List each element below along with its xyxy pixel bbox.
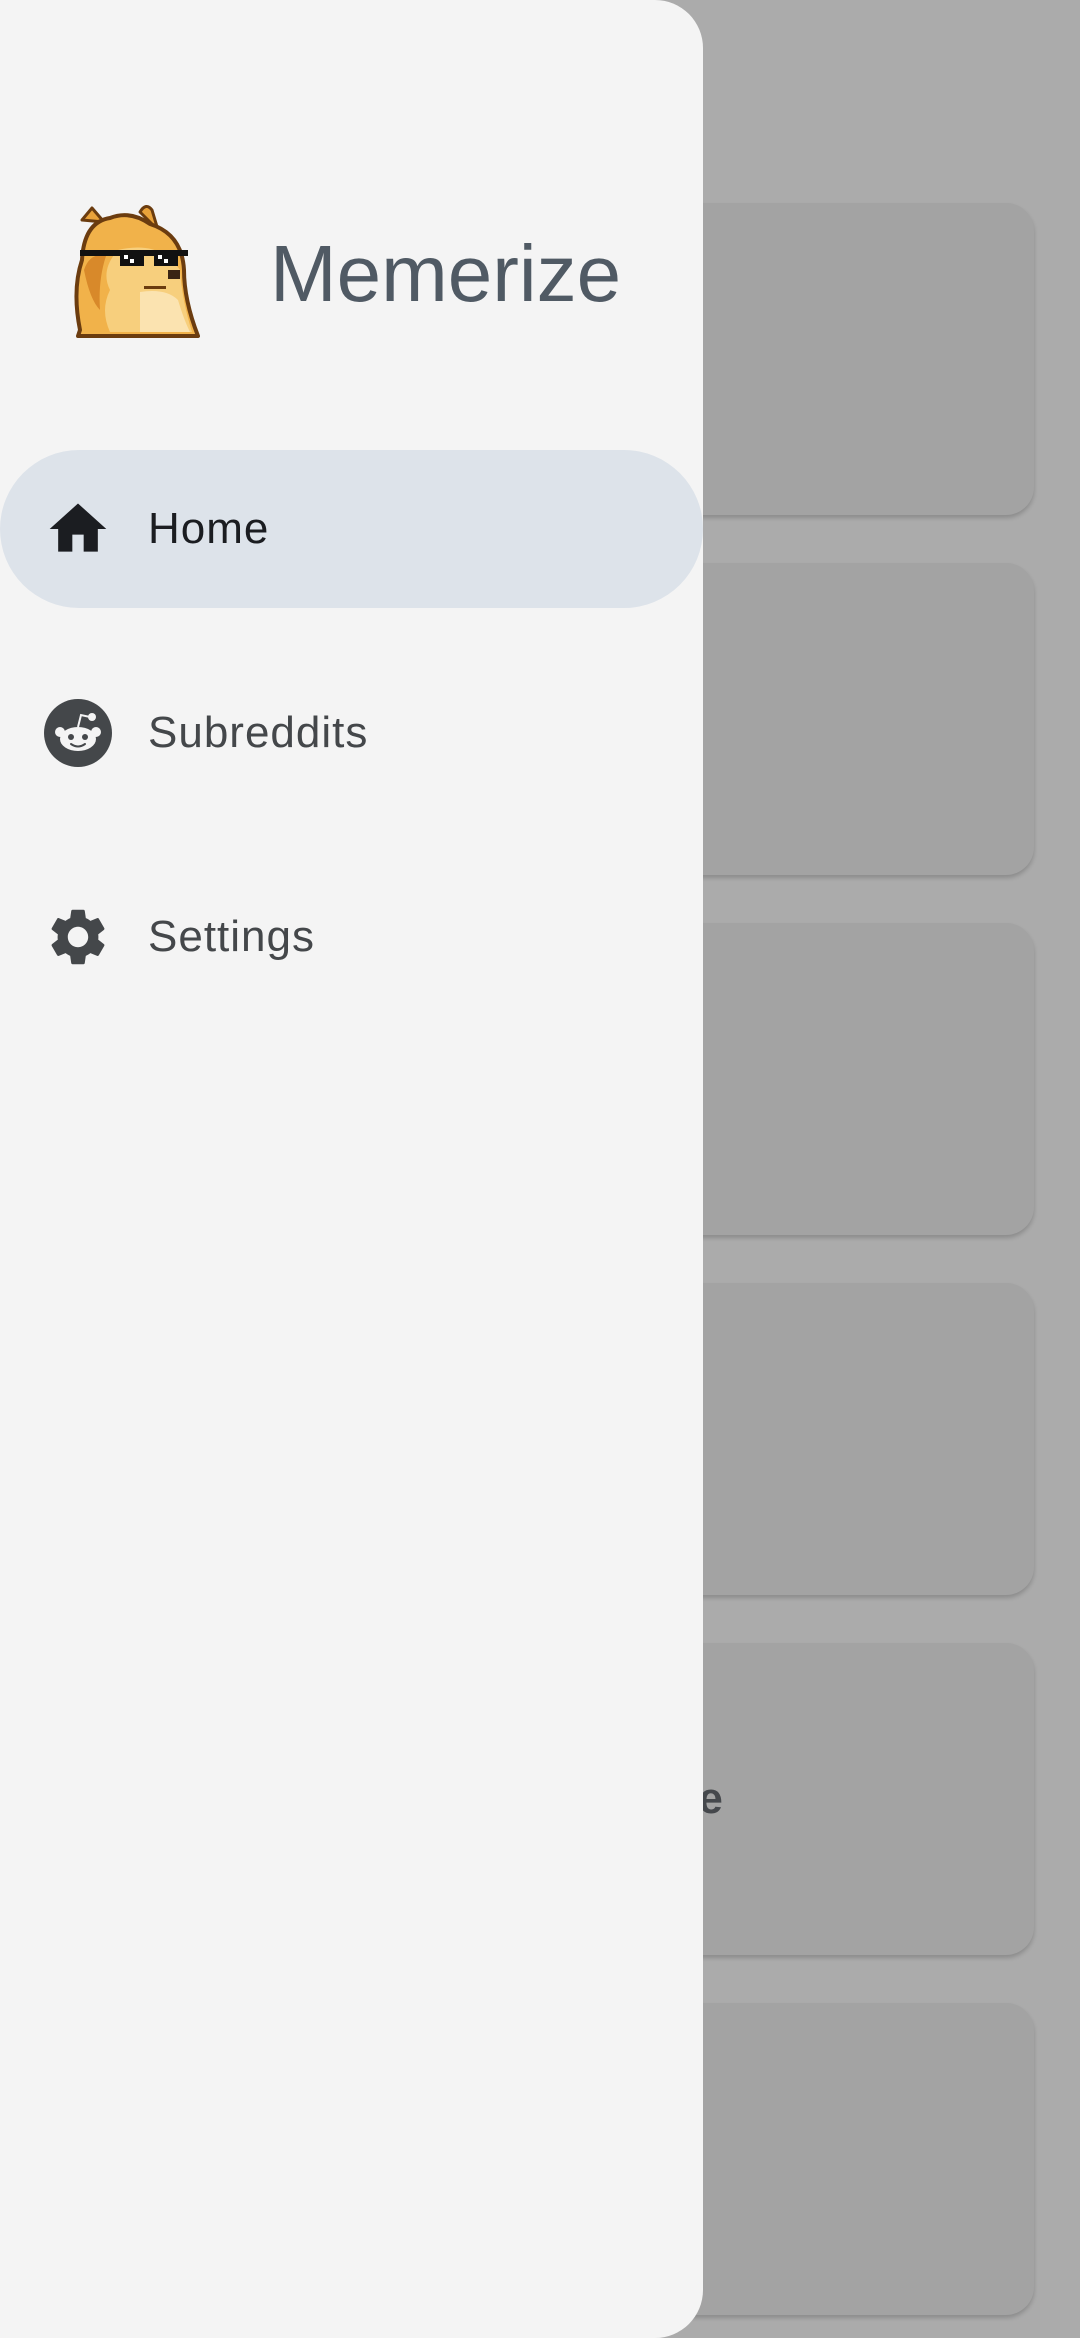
gear-icon (44, 903, 112, 971)
drawer-item-home[interactable]: Home (0, 450, 703, 608)
drawer-item-settings[interactable]: Settings (0, 858, 703, 1016)
app-title: Memerize (270, 229, 622, 318)
screen: p alm es mes bemaybe LUM (0, 0, 1080, 2338)
reddit-icon (44, 699, 112, 767)
drawer-item-subreddits[interactable]: Subreddits (0, 654, 703, 812)
drawer-item-label: Subreddits (148, 708, 369, 757)
drawer-header: Memerize (0, 200, 703, 350)
drawer-item-label: Home (148, 504, 270, 553)
home-icon (44, 495, 112, 563)
drawer-item-label: Settings (148, 912, 315, 961)
navigation-drawer: Memerize Home Subreddits Settings (0, 0, 703, 2338)
doge-logo-icon (70, 200, 200, 342)
